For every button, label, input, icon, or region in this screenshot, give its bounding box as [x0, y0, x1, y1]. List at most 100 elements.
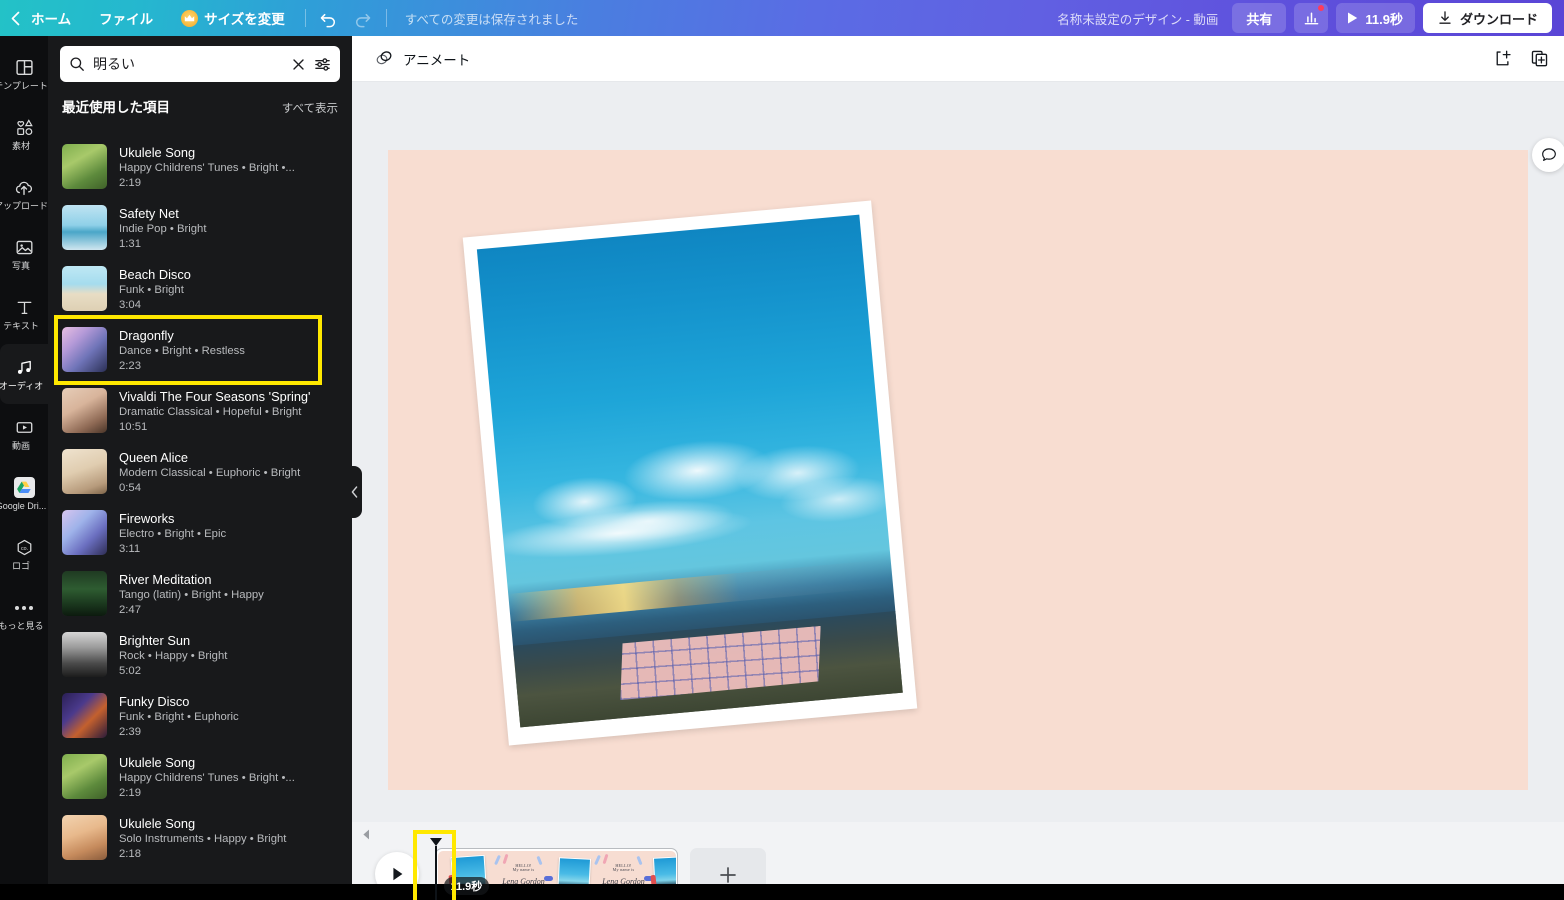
track-thumbnail [62, 449, 107, 494]
track-duration: 2:39 [119, 726, 141, 738]
rail-label-more: もっと見る [0, 621, 44, 631]
track-meta: Vivaldi The Four Seasons 'Spring' Dramati… [119, 388, 338, 435]
track-title: Funky Disco [119, 694, 190, 709]
track-thumbnail [62, 327, 107, 372]
redo-icon [356, 13, 371, 27]
undo-button[interactable] [312, 3, 346, 33]
audio-track-item[interactable]: Queen Alice Modern Classical • Euphoric •… [48, 441, 352, 502]
track-meta: River Meditation Tango (latin) • Bright •… [119, 571, 338, 618]
bar-chart-icon [1304, 11, 1319, 24]
track-tags: Indie Pop • Bright [119, 223, 207, 235]
rail-label-photos: 写真 [11, 261, 30, 271]
audio-track-item[interactable]: Funky Disco Funk • Bright • Euphoric 2:39 [48, 685, 352, 746]
resize-button[interactable]: サイズを変更 [167, 0, 299, 36]
mini-confetti [502, 853, 508, 864]
comment-button[interactable] [1532, 138, 1564, 172]
track-tags: Funk • Bright • Euphoric [119, 711, 239, 723]
rail-item-photos[interactable]: 写真 [0, 224, 48, 284]
design-canvas[interactable] [388, 150, 1528, 790]
download-icon [1439, 11, 1451, 24]
rail-item-logo[interactable]: co. ロゴ [0, 524, 48, 584]
mini-hello-text: HELLO! My name is [512, 862, 535, 873]
text-icon [14, 297, 35, 318]
editor-toolbar: アニメート [352, 36, 1564, 82]
audio-track-item[interactable]: Ukulele Song Happy Childrens' Tunes • Bri… [48, 136, 352, 197]
canva-editor-window: ホーム ファイル サイズを変更 すべての変更は保存されました 名称未設定のデザイ… [0, 0, 1564, 900]
track-duration: 3:11 [119, 543, 141, 555]
track-title: Vivaldi The Four Seasons 'Spring' [119, 389, 311, 404]
duplicate-page-icon[interactable] [1528, 48, 1550, 70]
rail-item-uploads[interactable]: アップロード [0, 164, 48, 224]
panel-collapse-handle[interactable] [348, 466, 362, 518]
video-icon [14, 417, 35, 438]
search-bar[interactable]: 明るい [60, 46, 340, 82]
home-label: ホーム [31, 12, 72, 27]
audio-track-item[interactable]: Safety Net Indie Pop • Bright 1:31 [48, 197, 352, 258]
audio-track-item[interactable]: Beach Disco Funk • Bright 3:04 [48, 258, 352, 319]
audio-track-item[interactable]: Ukulele Song Happy Childrens' Tunes • Bri… [48, 746, 352, 807]
comment-bubble-icon [1542, 148, 1556, 161]
track-tags: Rock • Happy • Bright [119, 650, 228, 662]
download-button[interactable]: ダウンロード [1422, 3, 1552, 33]
track-duration: 3:04 [119, 299, 141, 311]
audio-track-item[interactable]: Vivaldi The Four Seasons 'Spring' Dramati… [48, 380, 352, 441]
rail-item-audio[interactable]: オーディオ [0, 344, 48, 404]
share-button[interactable]: 共有 [1232, 3, 1287, 33]
rail-item-text[interactable]: テキスト [0, 284, 48, 344]
mini-confetti [602, 853, 608, 864]
animate-button[interactable]: アニメート [366, 43, 478, 75]
audio-track-item[interactable]: Brighter Sun Rock • Happy • Bright 5:02 [48, 624, 352, 685]
audio-track-list[interactable]: Ukulele Song Happy Childrens' Tunes • Bri… [48, 136, 352, 900]
track-tags: Solo Instruments • Happy • Bright [119, 833, 287, 845]
animate-icon [374, 47, 395, 71]
more-dots-icon [15, 597, 33, 618]
insights-button[interactable] [1294, 3, 1329, 33]
search-input[interactable]: 明るい [93, 54, 283, 74]
design-title[interactable]: 名称未設定のデザイン - 動画 [1057, 9, 1218, 28]
track-title: Ukulele Song [119, 816, 196, 831]
playhead-line [435, 846, 437, 900]
preview-play-button[interactable]: 11.9秒 [1336, 3, 1415, 33]
left-rail: テンプレート 素材 アップロード [0, 36, 48, 900]
clear-search-icon[interactable] [291, 57, 306, 72]
see-all-link[interactable]: すべて表示 [282, 100, 338, 116]
timeline-playhead[interactable] [430, 838, 442, 900]
mini-hello-text: HELLO! My name is [612, 862, 635, 873]
page-duration-badge: 11.9秒 [443, 876, 490, 895]
svg-text:co.: co. [20, 546, 27, 552]
back-button[interactable] [0, 0, 27, 36]
file-menu[interactable]: ファイル [85, 0, 167, 36]
file-label: ファイル [99, 12, 154, 27]
audio-track-item[interactable]: Dragonfly Dance • Bright • Restless 2:23 [48, 319, 352, 380]
save-status: すべての変更は保存されました [404, 12, 579, 27]
audio-track-item[interactable]: River Meditation Tango (latin) • Bright •… [48, 563, 352, 624]
track-thumbnail [62, 693, 107, 738]
notification-dot [1318, 5, 1325, 11]
editor-toolbar-right [1492, 48, 1550, 70]
elements-icon [14, 117, 35, 138]
recently-used-header: 最近使用した項目 すべて表示 [48, 82, 352, 122]
rail-item-more[interactable]: もっと見る [0, 584, 48, 644]
audio-track-item[interactable]: Ukulele Song Solo Instruments • Happy • B… [48, 807, 352, 868]
preview-duration: 11.9秒 [1365, 11, 1403, 27]
add-page-icon[interactable] [1492, 48, 1514, 70]
search-wrapper: 明るい [48, 36, 352, 82]
home-menu[interactable]: ホーム [27, 0, 85, 36]
rail-item-videos[interactable]: 動画 [0, 404, 48, 464]
timeline-collapse-button[interactable] [358, 826, 374, 842]
rail-label-google-drive: Google Dri... [0, 501, 47, 511]
rail-item-google-drive[interactable]: Google Dri... [0, 464, 48, 524]
track-title: Dragonfly [119, 328, 174, 343]
track-duration: 2:18 [119, 848, 141, 860]
track-meta: Funky Disco Funk • Bright • Euphoric 2:39 [119, 693, 338, 740]
audio-panel: 明るい 最近使用した項目 すべて表示 Ukulele Song Happy Ch… [48, 36, 352, 900]
rail-item-elements[interactable]: 素材 [0, 104, 48, 164]
track-title: Beach Disco [119, 267, 191, 282]
track-thumbnail [62, 266, 107, 311]
redo-button[interactable] [346, 3, 380, 33]
filter-sliders-icon[interactable] [314, 56, 331, 73]
playhead-handle[interactable] [430, 838, 442, 846]
rail-item-templates[interactable]: テンプレート [0, 44, 48, 104]
track-thumbnail [62, 571, 107, 616]
audio-track-item[interactable]: Fireworks Electro • Bright • Epic 3:11 [48, 502, 352, 563]
